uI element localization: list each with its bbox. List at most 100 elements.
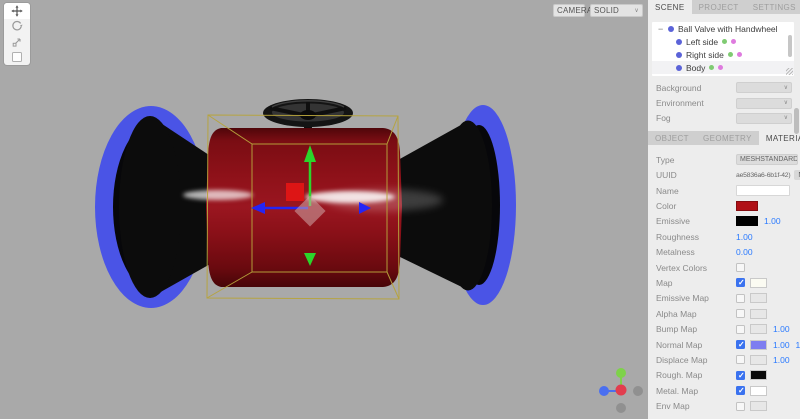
sidebar: SCENE PROJECT SETTINGS − Ball Valve with…	[648, 0, 800, 419]
scene-outliner[interactable]: − Ball Valve with Handwheel Left side Ri…	[652, 22, 794, 76]
chevron-down-icon: ∨	[783, 84, 788, 91]
material-metal-map-row: Metal. Map ✓	[648, 383, 800, 398]
mesh-left-side[interactable]	[95, 106, 212, 308]
tab-project[interactable]: PROJECT	[692, 0, 746, 14]
normal-map-thumbnail[interactable]	[750, 339, 767, 350]
environment-row: Environment ∨	[648, 95, 800, 110]
axis-neg-dot-1[interactable]	[633, 386, 643, 396]
fog-row: Fog ∨	[648, 111, 800, 126]
axis-x-dot[interactable]	[615, 384, 627, 396]
rough-map-thumbnail[interactable]	[750, 370, 767, 381]
bump-scale-value[interactable]: 1.00	[773, 324, 790, 334]
translate-tool-button[interactable]	[4, 3, 30, 19]
name-label: Name	[656, 185, 679, 196]
metal-map-checkbox[interactable]: ✓	[736, 386, 745, 396]
fog-select[interactable]: ∨	[736, 112, 792, 124]
rotate-icon	[12, 21, 23, 31]
transform-toolbar	[4, 3, 30, 65]
material-type-row: Type MESHSTANDARDMAT ∨	[648, 152, 800, 167]
metal-map-thumbnail[interactable]	[750, 385, 767, 396]
displace-map-checkbox[interactable]: ✓	[736, 355, 745, 365]
material-alpha-map-row: Alpha Map ✓	[648, 306, 800, 321]
alpha-map-label: Alpha Map	[656, 308, 697, 319]
background-select[interactable]: ∨	[736, 82, 792, 94]
material-name-input[interactable]	[736, 185, 790, 197]
outliner-row-right-side[interactable]: Right side	[652, 48, 794, 61]
threejs-editor: CAMERA ∨ SOLID ∨ SCENE PROJECT SETTINGS …	[0, 0, 800, 419]
local-transform-toggle[interactable]	[4, 50, 30, 66]
scale-tool-button[interactable]	[4, 34, 30, 50]
material-dot-icon	[718, 65, 724, 70]
outliner-resize-handle[interactable]	[786, 68, 793, 75]
emissive-map-thumbnail[interactable]	[750, 293, 767, 304]
normal-map-label: Normal Map	[656, 339, 703, 350]
material-type-select[interactable]: MESHSTANDARDMAT ∨	[736, 154, 798, 166]
geometry-dot-icon	[722, 39, 728, 44]
tab-geometry[interactable]: GEOMETRY	[696, 131, 759, 145]
material-dot-icon	[731, 39, 737, 44]
specular-glow	[327, 189, 443, 211]
normal-map-checkbox[interactable]: ✓	[736, 340, 745, 350]
tab-scene[interactable]: SCENE	[648, 0, 692, 14]
emissive-swatch[interactable]	[736, 216, 758, 227]
scene-canvas[interactable]	[0, 0, 648, 419]
normal-scale-y[interactable]: 1.00	[796, 340, 800, 350]
scale-icon	[12, 38, 21, 47]
camera-select-value: CAMERA	[557, 6, 593, 15]
axis-helper[interactable]	[599, 368, 643, 413]
env-map-checkbox[interactable]: ✓	[736, 401, 745, 411]
normal-scale-x[interactable]: 1.00	[773, 340, 790, 350]
outliner-row-body[interactable]: Body	[652, 61, 794, 74]
displace-map-thumbnail[interactable]	[750, 354, 767, 365]
alpha-map-checkbox[interactable]: ✓	[736, 309, 745, 319]
tab-object[interactable]: OBJECT	[648, 131, 696, 145]
collapse-minus-icon[interactable]: −	[658, 24, 666, 34]
material-vertex-colors-row: Vertex Colors ✓	[648, 260, 800, 275]
chevron-down-icon: ∨	[783, 100, 788, 107]
shading-select[interactable]: SOLID ∨	[590, 4, 643, 17]
rotate-tool-button[interactable]	[4, 19, 30, 35]
metalness-value[interactable]: 0.00	[736, 247, 753, 257]
material-bump-map-row: Bump Map ✓ 1.00	[648, 321, 800, 336]
outliner-item-label: Right side	[686, 49, 724, 60]
bump-map-thumbnail[interactable]	[750, 324, 767, 335]
gizmo-plane-handle[interactable]	[286, 183, 304, 201]
tab-settings[interactable]: SETTINGS	[746, 0, 800, 14]
outliner-scrollbar[interactable]	[788, 35, 792, 57]
map-checkbox[interactable]: ✓	[736, 278, 745, 288]
roughness-label: Roughness	[656, 231, 700, 242]
axis-y-dot[interactable]	[616, 368, 626, 378]
map-thumbnail[interactable]	[750, 277, 767, 288]
camera-select[interactable]: CAMERA ∨	[553, 4, 600, 17]
environment-select[interactable]: ∨	[736, 97, 792, 109]
scene-properties: Background ∨ Environment ∨ Fog ∨	[648, 76, 800, 126]
viewport-3d[interactable]: CAMERA ∨ SOLID ∨	[0, 0, 648, 419]
material-normal-map-row: Normal Map ✓ 1.00 1.00	[648, 337, 800, 352]
background-label: Background	[656, 82, 702, 93]
sidebar-scrollbar[interactable]	[794, 108, 799, 134]
emissive-intensity[interactable]: 1.00	[764, 216, 781, 226]
axis-neg-dot-2[interactable]	[616, 403, 626, 413]
bump-map-checkbox[interactable]: ✓	[736, 324, 745, 334]
map-label: Map	[656, 277, 673, 288]
type-label: Type	[656, 154, 675, 165]
color-swatch[interactable]	[736, 201, 758, 212]
outliner-row-left-side[interactable]: Left side	[652, 35, 794, 48]
emissive-map-checkbox[interactable]: ✓	[736, 293, 745, 303]
displace-scale-value[interactable]: 1.00	[773, 355, 790, 365]
axis-z-dot[interactable]	[599, 386, 609, 396]
object-dot-icon	[676, 64, 682, 71]
new-uuid-button[interactable]: NEW	[794, 170, 800, 181]
color-label: Color	[656, 201, 677, 212]
alpha-map-thumbnail[interactable]	[750, 308, 767, 319]
roughness-value[interactable]: 1.00	[736, 232, 753, 242]
viewport-controls: CAMERA ∨ SOLID ∨	[553, 4, 643, 17]
env-map-thumbnail[interactable]	[750, 401, 767, 412]
material-uuid-row: UUID ae5836a6-6b1f-42) NEW	[648, 168, 800, 183]
chevron-down-icon: ∨	[634, 7, 639, 14]
geometry-dot-icon	[709, 65, 715, 70]
vertex-colors-checkbox[interactable]: ✓	[736, 263, 745, 273]
mesh-handwheel[interactable]	[263, 99, 353, 130]
outliner-row-root[interactable]: − Ball Valve with Handwheel	[652, 22, 794, 35]
rough-map-checkbox[interactable]: ✓	[736, 370, 745, 380]
